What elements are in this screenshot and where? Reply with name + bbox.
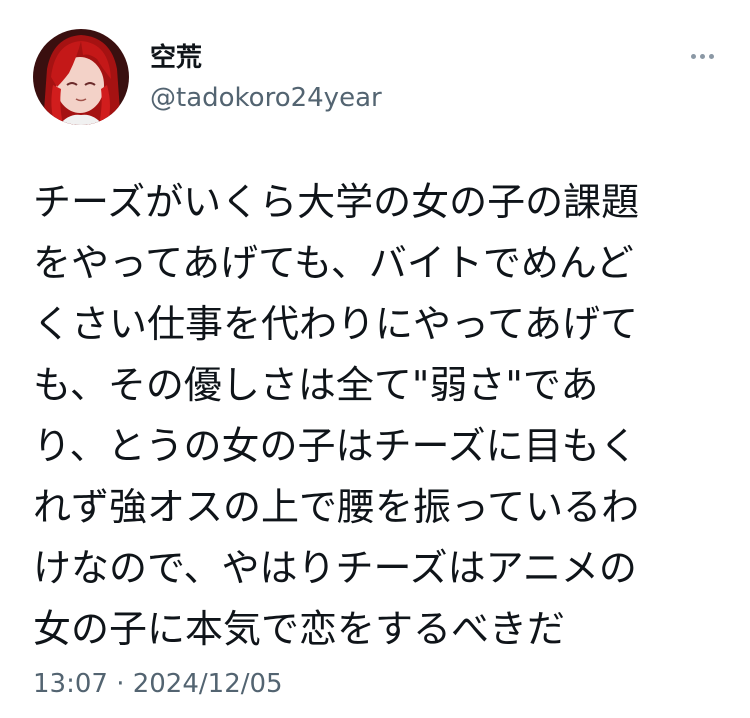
more-dot-icon xyxy=(690,53,696,59)
tweet-text-line: をやってあげても、バイトでめんど xyxy=(33,241,634,285)
more-dot-icon xyxy=(699,53,705,59)
tweet-card: 空荒 @tadokoro24year チーズがいくら大学の女の子の課題 をやって… xyxy=(0,0,750,718)
tweet-text-line: けなので、やはりチーズはアニメの xyxy=(33,546,637,590)
tweet-text: チーズがいくら大学の女の子の課題 をやってあげても、バイトでめんど くさい仕事を… xyxy=(33,172,733,660)
more-dot-icon xyxy=(708,53,714,59)
profile-avatar[interactable] xyxy=(33,29,129,125)
tweet-text-line: くさい仕事を代わりにやってあげて xyxy=(33,302,638,346)
author-display-name[interactable]: 空荒 xyxy=(150,42,202,74)
avatar-illustration-icon xyxy=(33,29,129,125)
tweet-text-line: も、その優しさは全て"弱さ"であ xyxy=(33,363,599,407)
tweet-timestamp[interactable]: 13:07 · 2024/12/05 xyxy=(33,668,283,700)
tweet-text-line: り、とうの女の子はチーズに目もく xyxy=(33,424,638,468)
tweet-text-line: 女の子に本気で恋をするべきだ xyxy=(33,607,566,651)
tweet-text-line: チーズがいくら大学の女の子の課題 xyxy=(33,180,640,224)
tweet-text-line: れず強オスの上で腰を振っているわ xyxy=(33,485,640,529)
author-handle[interactable]: @tadokoro24year xyxy=(150,82,382,114)
more-options-button[interactable] xyxy=(680,40,724,72)
